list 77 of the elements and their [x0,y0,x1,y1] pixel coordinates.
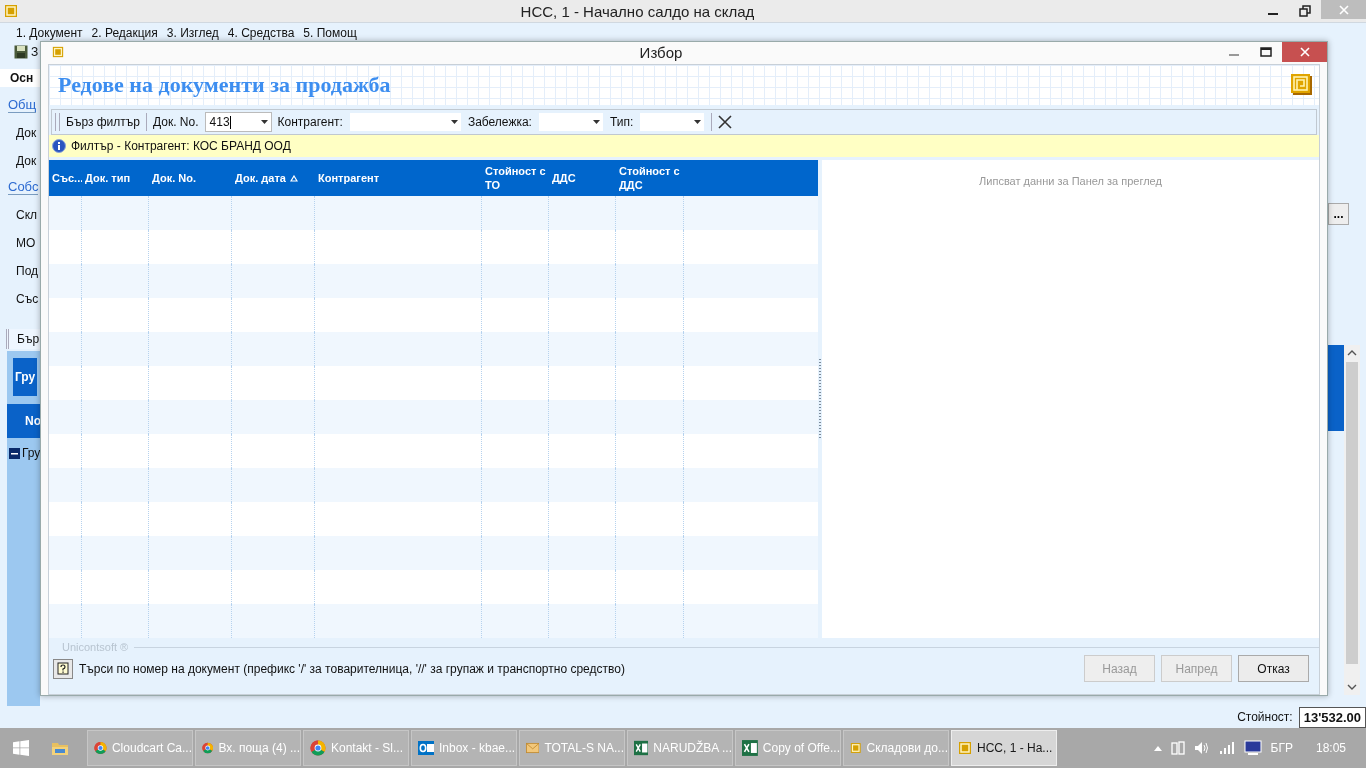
scrollbar[interactable] [1344,345,1360,695]
filter-label: Док. No. [153,115,199,129]
browser-icon [202,740,214,756]
filter-info-text: Филтър - Контрагент: КОС БРАНД ООД [71,139,291,153]
splitter-handle[interactable] [819,359,821,439]
monitor-icon[interactable] [1243,740,1262,756]
group-row[interactable]: Гру [22,446,40,460]
hint-text: Търси по номер на документ (префикс '/' за товарителница, '//' за групаж и транспортно средство) [79,661,626,676]
dialog-button[interactable]: Отказ [1238,655,1309,682]
dropdown-caret-icon[interactable] [260,120,268,124]
column-header[interactable]: Док. No. [149,160,232,196]
help-icon[interactable] [53,658,73,679]
app-icon [850,741,862,755]
field-label: Под [16,264,39,278]
field-label: Със [16,292,39,306]
column-header[interactable]: Док. дата [232,160,315,196]
quick-filter-button[interactable]: Бърз филтър [66,115,140,129]
filter-label: Тип: [609,115,634,129]
menu-item[interactable]: 4. Средства [227,26,295,40]
start-icon[interactable] [13,740,29,756]
menu-item[interactable]: 5. Помощ [303,26,357,40]
menu-item[interactable]: 1. Документ [16,26,83,40]
field-label: Док [16,126,37,140]
toolbar-label[interactable]: З [31,45,39,59]
field-label: Скл [16,208,38,222]
collapse-icon[interactable] [9,447,20,459]
column-header[interactable]: Стойност с ТО [482,160,549,196]
app-logo-icon [1291,74,1313,96]
app-icon [4,4,18,18]
group-panel: Гру [13,358,38,396]
dropdown-caret-icon[interactable] [450,120,458,124]
filter-combo[interactable]: 413 [204,112,272,132]
close-icon [1338,4,1349,15]
column-header[interactable]: ДДС [549,160,616,196]
column-header[interactable]: Със... [49,160,82,196]
field-label: Док [16,154,37,168]
restore-icon[interactable] [1299,5,1311,17]
section-title: Общ [8,97,37,113]
total-value: 13'532.00 [1298,706,1366,728]
column-header[interactable]: Стойност с ДДС [616,160,684,196]
window-title: НСС, 1 - Начално салдо на склад [519,2,756,20]
menu-item[interactable]: 3. Изглед [166,26,219,40]
column-header[interactable]: Док. тип [82,160,149,196]
section-title: Собс [8,179,39,195]
column-header: No [7,404,40,438]
scroll-down-icon[interactable] [1347,684,1357,690]
filter-label: Контрагент: [277,115,343,129]
spreadsheet-icon [742,740,758,756]
taskbar-button[interactable]: НСС, 1 - На... [951,730,1057,766]
app-icon [52,46,64,58]
field-label: МО [16,236,36,250]
preview-empty-text: Липсват данни за Панел за преглед [979,175,1162,187]
sort-ascending-icon [289,174,298,182]
info-icon [52,139,66,153]
filter-label: Забележка: [467,115,532,129]
mail-client-icon [418,740,434,756]
close-icon [1299,47,1310,57]
spreadsheet-icon [634,740,649,756]
dropdown-caret-icon[interactable] [592,120,600,124]
browser-icon [94,740,107,756]
clear-filter-icon[interactable] [718,115,733,129]
dialog-heading: Редове на документи за продажба [58,72,391,98]
column-header[interactable]: Контрагент [315,160,482,196]
close-button[interactable] [1282,42,1327,62]
save-icon[interactable] [14,45,28,59]
app-icon [958,741,972,755]
scroll-up-icon[interactable] [1347,350,1357,356]
maximize-icon[interactable] [1260,46,1272,58]
dropdown-caret-icon[interactable] [694,120,702,124]
tab[interactable]: Осн [0,69,40,87]
menu-item[interactable]: 2. Редакция [91,26,158,40]
total-label: Стойност: [1237,710,1293,724]
dialog-title: Избор [638,43,684,61]
quick-filter-button[interactable]: Бър [6,329,40,349]
browse-button[interactable]: ... [1328,203,1349,225]
browser-icon [310,740,326,756]
envelope-icon [526,742,540,754]
